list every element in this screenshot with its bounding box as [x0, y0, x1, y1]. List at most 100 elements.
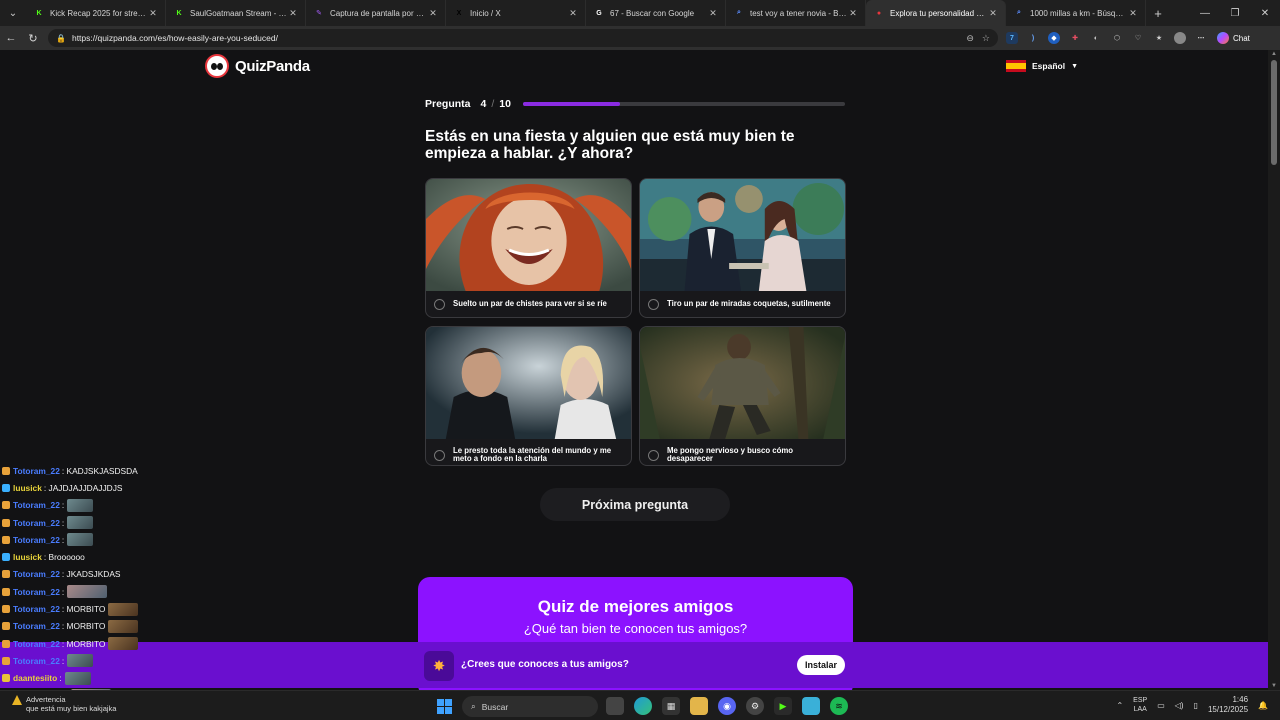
file-explorer-icon[interactable]	[690, 697, 708, 715]
extension-icon[interactable]: ◐	[1090, 32, 1102, 44]
windows-start-icon[interactable]	[437, 699, 452, 714]
favorites-icon[interactable]: ★	[1153, 32, 1165, 44]
flirting-couple-photo	[640, 179, 845, 291]
browser-tab[interactable]: X Inicio / X ✕	[446, 0, 586, 26]
chat-username[interactable]: Totoram_22	[13, 656, 60, 666]
scrollbar-thumb[interactable]	[1271, 60, 1277, 165]
site-logo[interactable]: QuizPanda	[205, 54, 310, 78]
read-aloud-icon[interactable]: )	[1027, 32, 1039, 44]
edge-browser-icon[interactable]	[634, 697, 652, 715]
notification-bell-icon[interactable]: 🔔	[1258, 701, 1268, 710]
tab-title: Captura de pantalla por Lightsh	[330, 8, 427, 18]
taskbar-notification[interactable]: Advertencia que está muy bien kakjajka	[12, 695, 116, 713]
chat-username[interactable]: Totoram_22	[13, 587, 60, 597]
install-button[interactable]: Instalar	[797, 655, 845, 675]
extension-icon[interactable]: 7	[1006, 32, 1018, 44]
more-menu-icon[interactable]: ⋯	[1195, 32, 1207, 44]
input-language[interactable]: ESP LAA	[1133, 696, 1147, 714]
chat-username[interactable]: Totoram_22	[13, 535, 60, 545]
browser-tab[interactable]: K SaulGoatmaan Stream - Watch✕	[166, 0, 306, 26]
radio-icon[interactable]	[648, 298, 659, 310]
scroll-up-icon[interactable]: ▲	[1268, 51, 1280, 57]
tab-close-icon[interactable]: ✕	[847, 8, 859, 19]
tab-close-icon[interactable]: ✕	[287, 8, 299, 19]
browser-tab[interactable]: ✎ Captura de pantalla por Lightsh✕	[306, 0, 446, 26]
tray-overflow-icon[interactable]: ⌃	[1116, 701, 1123, 710]
task-view-icon[interactable]	[606, 697, 624, 715]
close-window-icon[interactable]: ✕	[1250, 0, 1280, 26]
tab-close-icon[interactable]: ✕	[707, 8, 719, 19]
progress-separator: /	[491, 98, 495, 110]
chat-username[interactable]: luusick	[13, 552, 42, 562]
chat-username[interactable]: Totoram_22	[13, 569, 60, 579]
volume-icon[interactable]: ◁)	[1175, 701, 1184, 710]
chat-username[interactable]: Totoram_22	[13, 621, 60, 631]
browser-tab[interactable]: K Kick Recap 2025 for streamers✕	[26, 0, 166, 26]
extensions-puzzle-icon[interactable]: ⬡	[1111, 32, 1123, 44]
browser-tab[interactable]: ● Explora tu personalidad sensua✕	[866, 0, 1006, 26]
kick-icon[interactable]: ▶	[774, 697, 792, 715]
store-icon[interactable]: ▦	[662, 697, 680, 715]
chat-username[interactable]: Totoram_22	[13, 604, 60, 614]
radio-icon[interactable]	[434, 449, 445, 461]
page-scrollbar[interactable]: ▲ ▼	[1268, 50, 1280, 690]
profile-avatar[interactable]	[1174, 32, 1186, 44]
tab-search-icon[interactable]: ⌄	[0, 0, 26, 26]
answer-option-2[interactable]: Tiro un par de miradas coquetas, sutilme…	[639, 178, 846, 318]
spotify-icon[interactable]: ≋	[830, 697, 848, 715]
discord-icon[interactable]: ◉	[718, 697, 736, 715]
reader-icon[interactable]: ⊖	[966, 33, 974, 44]
reload-icon[interactable]: ↻	[22, 32, 44, 45]
progress-bar	[522, 102, 845, 106]
tab-close-icon[interactable]: ✕	[427, 8, 439, 19]
browser-tab[interactable]: ⌕ 1000 millas a km - Búsqueda ✕	[1006, 0, 1146, 26]
network-icon[interactable]: ▭	[1157, 701, 1165, 710]
chat-message: Totoram_22: MORBITO	[2, 618, 202, 635]
answer-option-4[interactable]: Me pongo nervioso y busco cómo desaparec…	[639, 326, 846, 466]
tab-close-icon[interactable]: ✕	[567, 8, 579, 19]
radio-icon[interactable]	[648, 449, 659, 461]
language-selector[interactable]: Español ▼	[1006, 60, 1078, 72]
chat-message-text: :	[61, 586, 65, 597]
steam-icon[interactable]: ⚙	[746, 697, 764, 715]
chat-emote-icon	[67, 533, 94, 547]
battery-icon[interactable]: ▯	[1194, 701, 1198, 710]
radio-icon[interactable]	[434, 298, 445, 310]
url-input[interactable]: 🔒 https://quizpanda.com/es/how-easily-ar…	[48, 29, 998, 47]
taskbar-search-input[interactable]: ⌕ Buscar	[462, 696, 598, 717]
extension-icon[interactable]: ✚	[1069, 32, 1081, 44]
taskbar-clock[interactable]: 1:46 15/12/2025	[1208, 695, 1248, 715]
chat-username[interactable]: daantesiito	[13, 673, 57, 683]
chat-username[interactable]: Totoram_22	[13, 639, 60, 649]
tab-close-icon[interactable]: ✕	[987, 8, 999, 19]
chat-username[interactable]: Totoram_22	[13, 500, 60, 510]
tab-title: SaulGoatmaan Stream - Watch	[190, 8, 287, 18]
browser-essentials-icon[interactable]: ♡	[1132, 32, 1144, 44]
chat-username[interactable]: Totoram_22	[13, 518, 60, 528]
chat-badge-icon	[2, 501, 10, 510]
back-icon[interactable]: ←	[0, 32, 22, 44]
chat-username[interactable]: Totoram_22	[13, 466, 60, 476]
next-question-button[interactable]: Próxima pregunta	[540, 488, 730, 521]
browser-tab[interactable]: G 67 - Buscar con Google ✕	[586, 0, 726, 26]
answer-option-1[interactable]: Suelto un par de chistes para ver si se …	[425, 178, 632, 318]
promo-subtitle: ¿Qué tan bien te conocen tus amigos?	[523, 621, 748, 636]
chat-username[interactable]: luusick	[13, 483, 42, 493]
extension-icon[interactable]: ◆	[1048, 32, 1060, 44]
answer-option-3[interactable]: Le presto toda la atención del mundo y m…	[425, 326, 632, 466]
copilot-chat-button[interactable]: Chat	[1217, 32, 1250, 44]
tab-title: 67 - Buscar con Google	[610, 8, 695, 18]
browser-tab[interactable]: ⌕ test voy a tener novia - Búsque✕	[726, 0, 866, 26]
tab-close-icon[interactable]: ✕	[1127, 8, 1139, 19]
new-tab-button[interactable]: +	[1146, 0, 1170, 26]
tab-close-icon[interactable]: ✕	[147, 8, 159, 19]
chat-badge-icon	[2, 483, 10, 492]
favorite-star-icon[interactable]: ☆	[982, 33, 990, 44]
notes-app-icon[interactable]	[802, 697, 820, 715]
restore-icon[interactable]: ❐	[1220, 0, 1250, 26]
chat-badge-icon	[2, 587, 10, 596]
minimize-icon[interactable]: —	[1190, 0, 1220, 26]
scroll-down-icon[interactable]: ▼	[1268, 683, 1280, 689]
tab-favicon-icon: ⌕	[737, 9, 741, 16]
tab-favicon-icon: G	[596, 9, 602, 17]
